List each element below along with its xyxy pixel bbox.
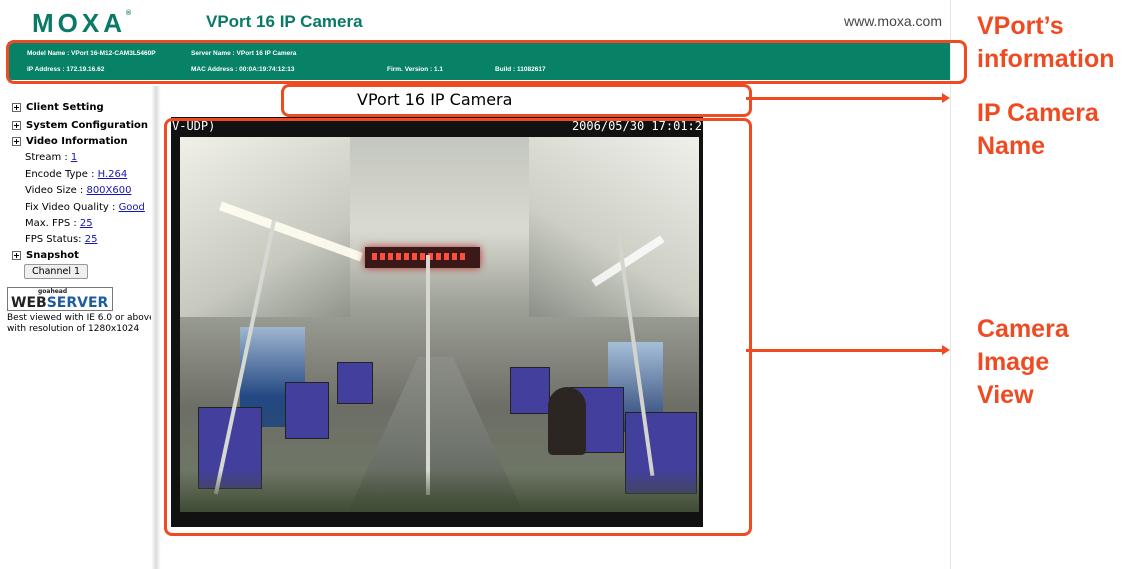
sidebar-shadow — [151, 86, 161, 569]
plus-box-icon — [12, 250, 21, 260]
stream-info: Stream : 1 — [25, 152, 77, 163]
camera-name-callout-line — [746, 97, 942, 100]
video-quality-label: Fix Video Quality : — [25, 202, 119, 213]
floor-shadow — [180, 470, 699, 512]
header-divider — [8, 82, 950, 83]
camera-view-annotation: Camera Image View — [977, 315, 1069, 409]
seat-right-back — [510, 367, 550, 414]
plus-box-icon — [12, 120, 21, 130]
max-fps-info: Max. FPS : 25 — [25, 218, 93, 229]
menu-snapshot[interactable]: Snapshot — [12, 250, 79, 261]
page-title: VPort 16 IP Camera — [206, 12, 363, 31]
plus-box-icon — [12, 136, 21, 146]
website-link[interactable]: www.moxa.com — [844, 13, 942, 29]
encode-link[interactable]: H.264 — [98, 169, 128, 180]
fps-status-label: FPS Status: — [25, 234, 85, 245]
menu-system-configuration[interactable]: System Configuration — [12, 120, 148, 131]
stream-mode-overlay: V-UDP) — [172, 119, 216, 133]
server-name: Server Name : VPort 16 IP Camera — [191, 50, 297, 57]
camera-view-callout-line — [746, 349, 942, 352]
channel-1-button[interactable]: Channel 1 — [24, 264, 88, 279]
menu-video-information[interactable]: Video Information — [12, 136, 128, 147]
menu-label: Client Setting — [26, 102, 104, 113]
video-size-info: Video Size : 800X600 — [25, 185, 131, 196]
max-fps-label: Max. FPS : — [25, 218, 80, 229]
arrow-right-icon — [942, 93, 950, 103]
camera-name-annotation: IP Camera Name — [977, 99, 1099, 160]
camera-name: VPort 16 IP Camera — [357, 90, 513, 109]
mac-address: MAC Address : 00:0A:19:74:12:13 — [191, 66, 295, 73]
train-interior-image — [180, 137, 699, 512]
timestamp-overlay: 2006/05/30 17:01:2 — [571, 119, 702, 133]
ceiling-right — [529, 137, 699, 317]
vport-info-annotation: VPort’s information — [977, 12, 1115, 73]
arrow-right-icon — [942, 345, 950, 355]
web-page: MOXA® VPort 16 IP Camera www.moxa.com Mo… — [0, 0, 951, 569]
stream-link[interactable]: 1 — [71, 152, 77, 163]
left-sidebar: Client Setting System Configuration Vide… — [0, 86, 157, 569]
goahead-webserver-logo: goahead WEBSERVER — [7, 287, 113, 311]
passenger — [548, 387, 586, 455]
fps-status-link[interactable]: 25 — [85, 234, 98, 245]
plus-box-icon — [12, 102, 21, 112]
build-number: Build : 11082617 — [495, 66, 546, 73]
camera-image-view[interactable]: V-UDP) 2006/05/30 17:01:2 — [171, 117, 703, 527]
firmware-version: Firm. Version : 1.1 — [387, 66, 443, 73]
logo-text: MOXA — [32, 8, 126, 38]
device-info-bar: Model Name : VPort 16-M12-CAM3L5460P Ser… — [8, 42, 950, 80]
fps-status-info: FPS Status: 25 — [25, 234, 97, 245]
seat-left-middle — [285, 382, 329, 439]
menu-client-setting[interactable]: Client Setting — [12, 102, 104, 113]
encode-type-info: Encode Type : H.264 — [25, 169, 127, 180]
model-name: Model Name : VPort 16-M12-CAM3L5460P — [27, 50, 156, 57]
encode-label: Encode Type : — [25, 169, 98, 180]
video-quality-link[interactable]: Good — [119, 202, 145, 213]
registered-mark: ® — [126, 10, 132, 17]
max-fps-link[interactable]: 25 — [80, 218, 93, 229]
video-size-label: Video Size : — [25, 185, 87, 196]
led-display — [365, 247, 480, 268]
menu-label: Video Information — [26, 136, 128, 147]
webserver-text: WEBSERVER — [11, 296, 108, 310]
server-text: SERVER — [46, 295, 109, 311]
browser-recommendation: Best viewed with IE 6.0 or above with re… — [7, 313, 155, 334]
menu-label: Snapshot — [26, 250, 79, 261]
stream-label: Stream : — [25, 152, 71, 163]
handrail-center — [426, 255, 430, 495]
video-quality-info: Fix Video Quality : Good — [25, 202, 145, 213]
seat-left-back — [337, 362, 373, 404]
moxa-logo: MOXA® — [32, 8, 131, 39]
menu-label: System Configuration — [26, 120, 149, 131]
video-size-link[interactable]: 800X600 — [86, 185, 131, 196]
ip-address: IP Address : 172.19.16.62 — [27, 66, 105, 73]
web-text: WEB — [11, 295, 47, 311]
